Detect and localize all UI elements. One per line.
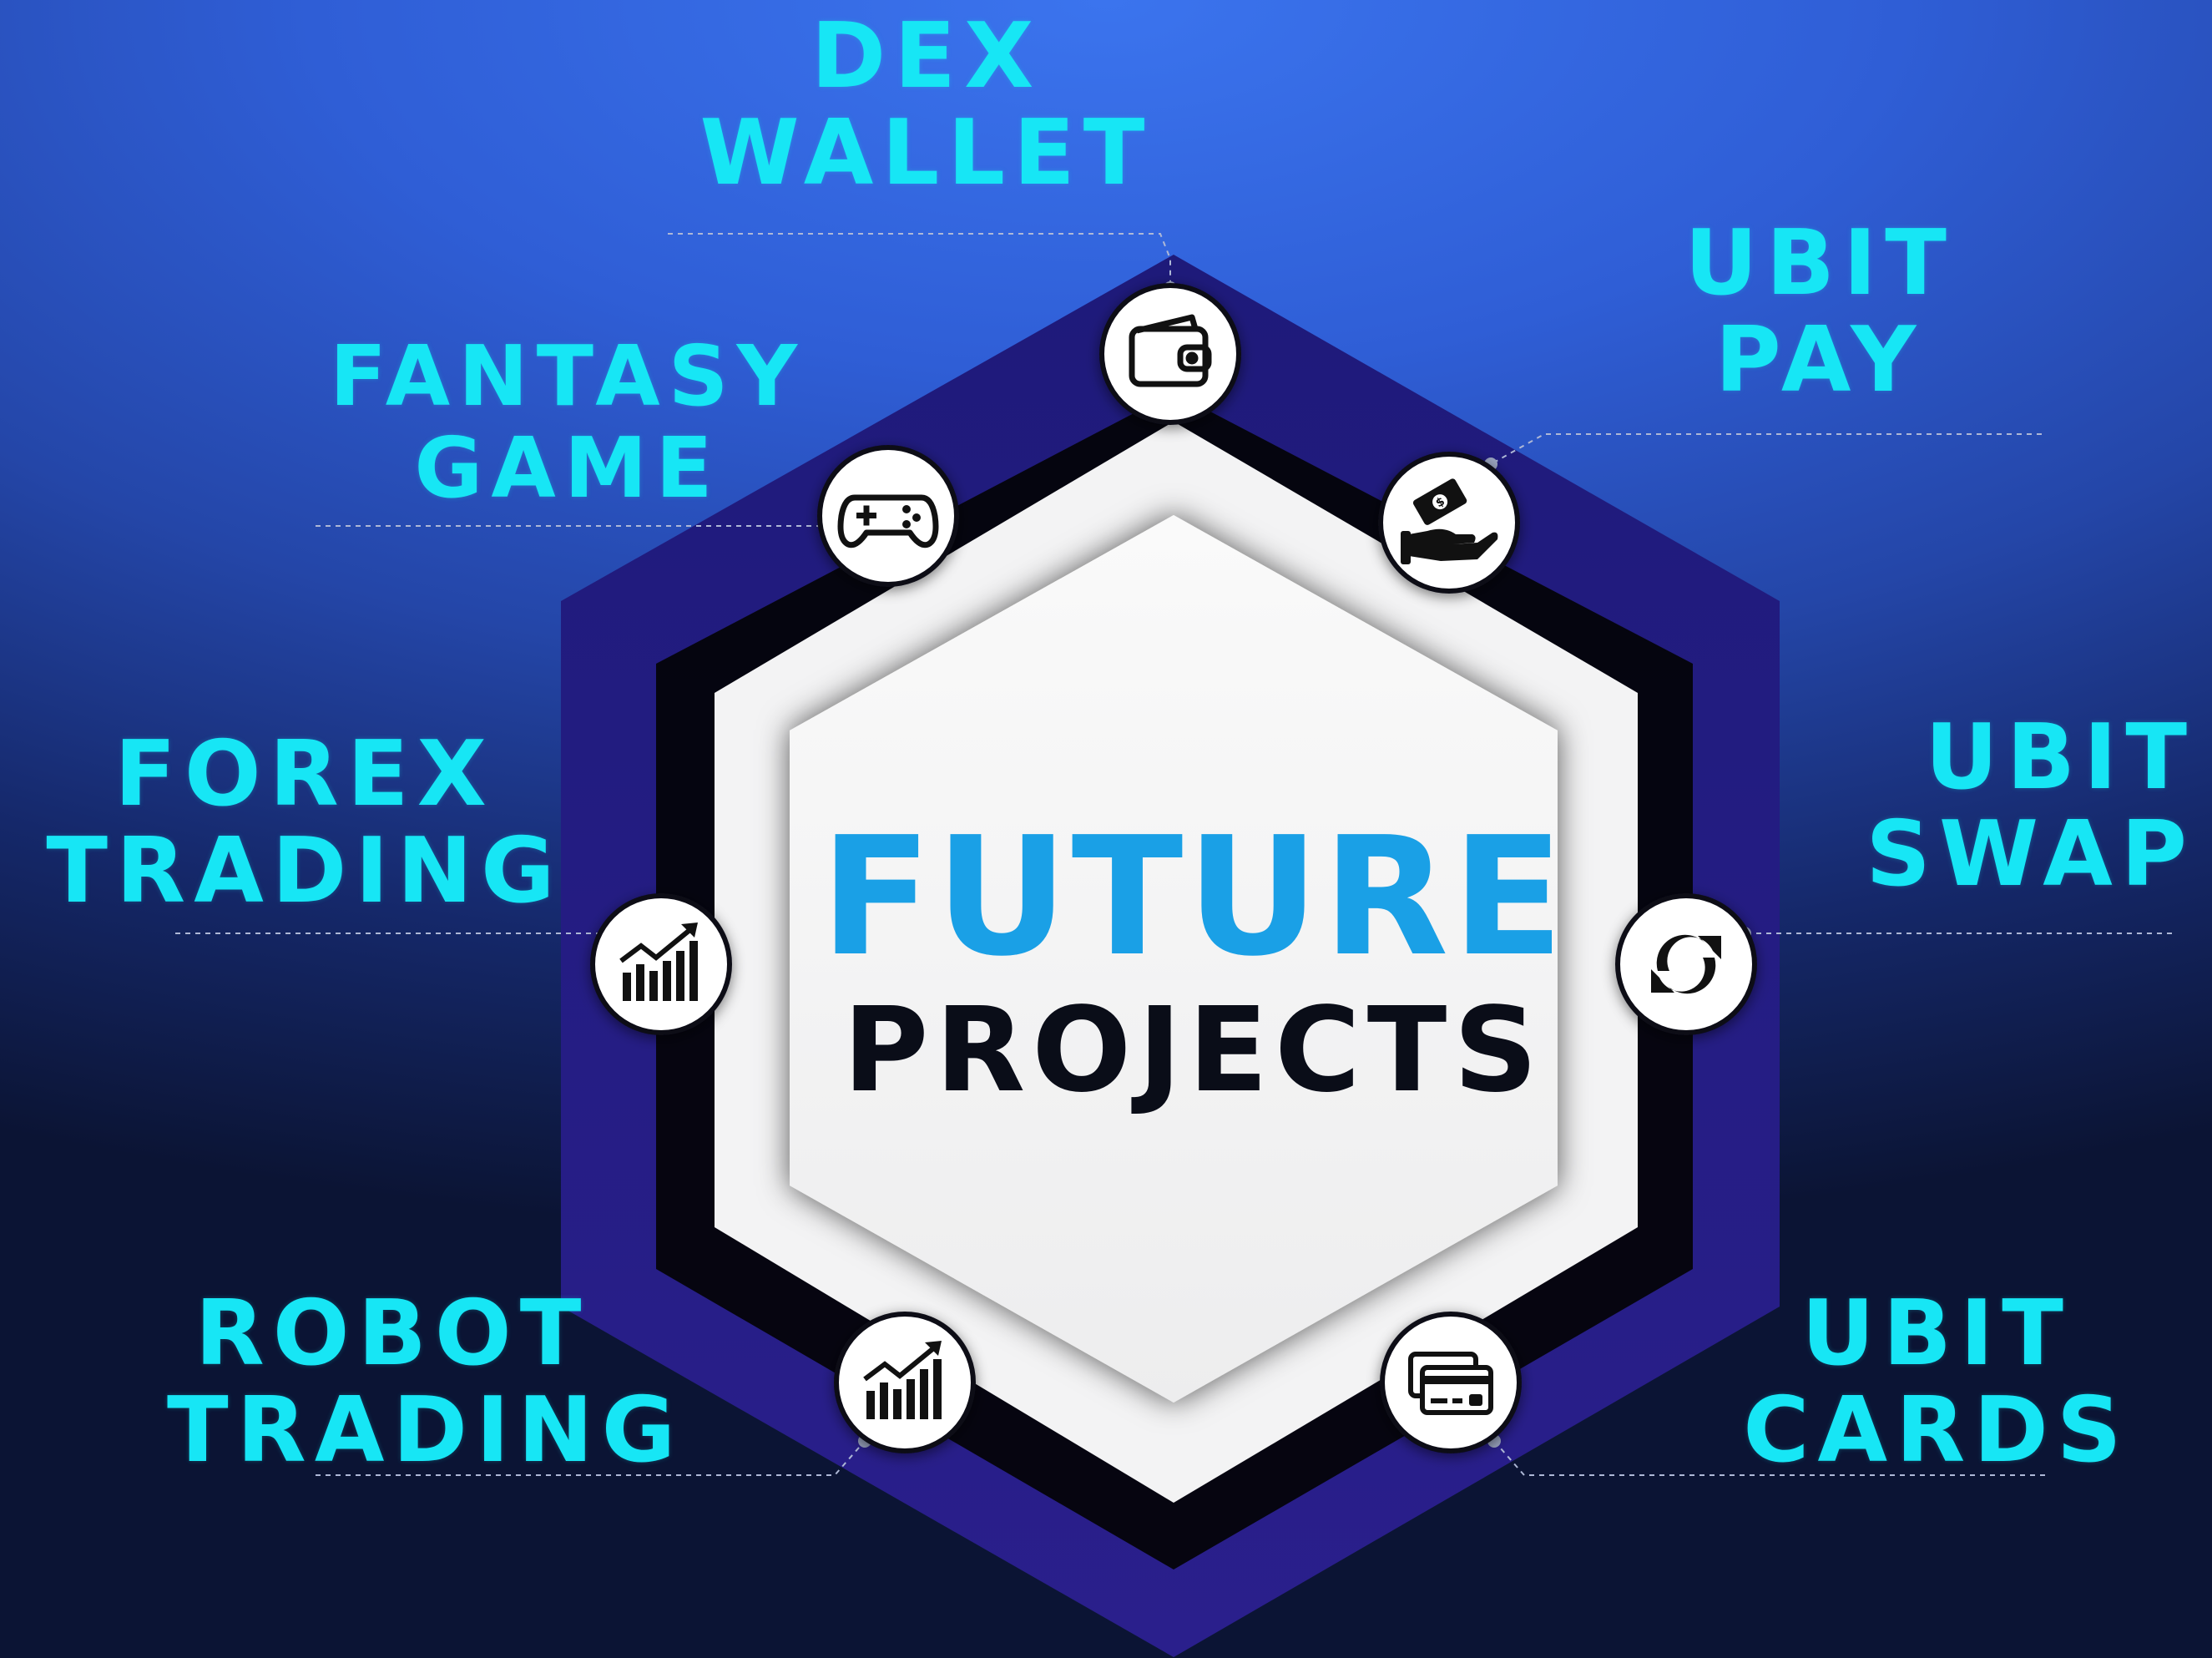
node-ubit-swap xyxy=(1615,893,1757,1035)
node-ubit-pay: $ xyxy=(1378,452,1520,594)
center-title-future: FUTURE xyxy=(820,802,1568,993)
node-forex-trading xyxy=(590,893,732,1035)
label-ubit-swap-line1: UBIT xyxy=(1925,705,2195,810)
node-ubit-cards xyxy=(1380,1312,1522,1453)
label-ubit-pay-line1: UBIT xyxy=(1684,211,1955,316)
center-title: FUTURE PROJECTS xyxy=(776,814,1611,1118)
label-dex-wallet: DEX WALLET xyxy=(651,8,1202,202)
label-ubit-pay-line2: PAY xyxy=(1715,308,1925,412)
label-dex-wallet-line2: WALLET xyxy=(699,101,1154,205)
center-title-projects: PROJECTS xyxy=(842,983,1545,1119)
label-ubit-pay: UBIT PAY xyxy=(1603,215,2037,409)
label-ubit-cards-line2: CARDS xyxy=(1743,1378,2130,1483)
label-robot-trading-line1: ROBOT xyxy=(194,1281,590,1386)
node-fantasy-game xyxy=(817,445,959,587)
leader-dex-wallet xyxy=(668,233,1171,288)
label-ubit-swap: UBIT SWAP xyxy=(1811,710,2195,903)
label-dex-wallet-line1: DEX xyxy=(811,4,1043,109)
leader-ubit-pay xyxy=(1490,433,2042,465)
label-ubit-cards: UBIT CARDS xyxy=(1736,1286,2137,1479)
label-forex-trading-line1: FOREX xyxy=(114,722,495,826)
node-robot-trading xyxy=(834,1312,976,1453)
label-forex-trading: FOREX TRADING xyxy=(33,726,576,920)
label-ubit-swap-line2: SWAP xyxy=(1866,802,2195,907)
label-robot-trading-line2: TRADING xyxy=(167,1378,684,1483)
label-fantasy-game-line1: FANTASY xyxy=(329,327,806,425)
node-dex-wallet xyxy=(1099,283,1241,425)
label-robot-trading: ROBOT TRADING xyxy=(167,1281,684,1483)
label-fantasy-game: FANTASY GAME xyxy=(300,331,835,514)
label-ubit-cards-line1: UBIT xyxy=(1801,1281,2072,1386)
label-forex-trading-line2: TRADING xyxy=(46,819,563,923)
label-fantasy-game-line2: GAME xyxy=(414,419,721,517)
